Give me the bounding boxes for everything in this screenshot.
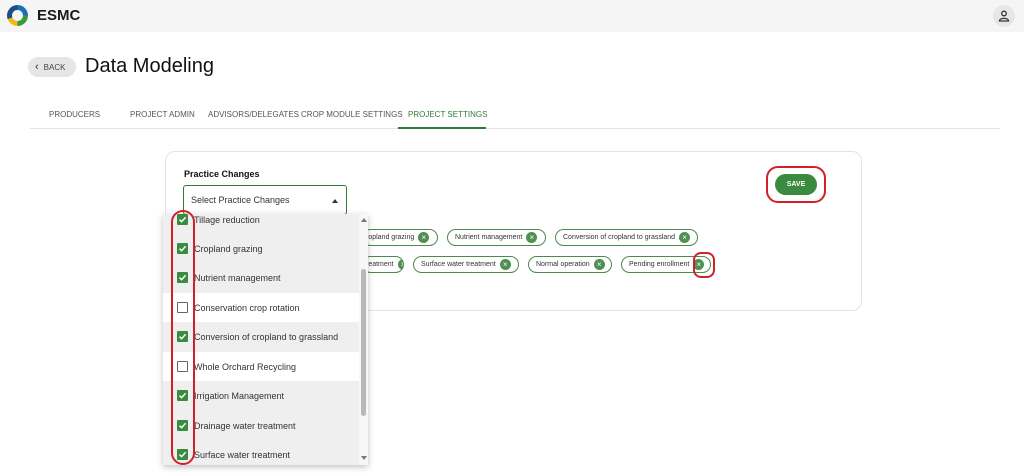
chevron-left-icon: ‹: [35, 60, 39, 73]
option-label: Conservation crop rotation: [194, 302, 300, 313]
close-circle-icon[interactable]: ×: [526, 232, 538, 243]
close-circle-icon[interactable]: ×: [418, 232, 430, 243]
chip-label: Nutrient management: [455, 234, 523, 241]
chip-conversion-cropland-grassland: Conversion of cropland to grassland ×: [555, 229, 698, 246]
select-placeholder: Select Practice Changes: [191, 195, 290, 205]
active-tab-indicator: [398, 127, 486, 129]
option-label: Whole Orchard Recycling: [194, 361, 297, 372]
back-label: BACK: [43, 62, 66, 72]
tab-crop-module-settings[interactable]: CROP MODULE SETTINGS: [301, 110, 403, 119]
back-button[interactable]: ‹ BACK: [28, 57, 76, 77]
dropdown-scrollbar[interactable]: [359, 214, 368, 465]
chip-drainage-water-treatment: reatment ×: [362, 256, 404, 273]
option-label: Conversion of cropland to grassland: [194, 331, 339, 342]
chip-label: Conversion of cropland to grassland: [563, 234, 676, 241]
chip-normal-operation: Normal operation ×: [528, 256, 612, 273]
app-name: ESMC: [37, 7, 81, 24]
close-circle-icon[interactable]: ×: [499, 259, 511, 270]
chip-label: Pending enrollment: [629, 261, 690, 268]
close-circle-icon[interactable]: ×: [593, 259, 605, 270]
practice-changes-select[interactable]: Select Practice Changes: [183, 185, 347, 215]
tab-bar: PRODUCERS PROJECT ADMIN ADVISORS/DELEGAT…: [30, 104, 1000, 129]
tab-producers[interactable]: PRODUCERS: [49, 110, 100, 119]
chip-label: Surface water treatment: [421, 261, 496, 268]
tab-project-settings[interactable]: PROJECT SETTINGS: [408, 110, 487, 119]
close-circle-icon[interactable]: ×: [397, 259, 403, 270]
chip-nutrient-management: Nutrient management ×: [447, 229, 546, 246]
close-circle-icon[interactable]: ×: [679, 232, 691, 243]
chip-surface-water-treatment: Surface water treatment ×: [413, 256, 519, 273]
option-label: Surface water treatment: [194, 449, 291, 460]
chip-label: Normal operation: [536, 261, 590, 268]
scroll-thumb[interactable]: [361, 269, 366, 416]
page-title: Data Modeling: [85, 55, 214, 77]
chip-remove-highlight-ring: [693, 252, 715, 278]
user-icon: [998, 10, 1010, 22]
user-menu-button[interactable]: [993, 5, 1015, 27]
tab-advisors-delegates[interactable]: ADVISORS/DELEGATES: [208, 110, 299, 119]
option-label: Cropland grazing: [194, 243, 263, 254]
chip-label: ropland grazing: [366, 234, 415, 241]
option-label: Tillage reduction: [194, 214, 260, 225]
top-bar: ESMC: [0, 0, 1024, 32]
option-label: Irrigation Management: [194, 390, 285, 401]
caret-up-icon: [332, 199, 338, 203]
option-label: Nutrient management: [194, 272, 281, 283]
esmc-logo-icon[interactable]: [7, 5, 28, 26]
scroll-down-arrow-icon[interactable]: [361, 456, 367, 460]
save-highlight-ring: [766, 166, 826, 203]
chip-cropland-grazing: ropland grazing ×: [362, 229, 438, 246]
option-label: Drainage water treatment: [194, 420, 296, 431]
checkbox-highlight-ring: [171, 210, 195, 465]
practice-changes-label: Practice Changes: [184, 169, 260, 179]
tab-project-admin[interactable]: PROJECT ADMIN: [130, 110, 195, 119]
chip-label: reatment: [366, 261, 394, 268]
scroll-up-arrow-icon[interactable]: [361, 218, 367, 222]
